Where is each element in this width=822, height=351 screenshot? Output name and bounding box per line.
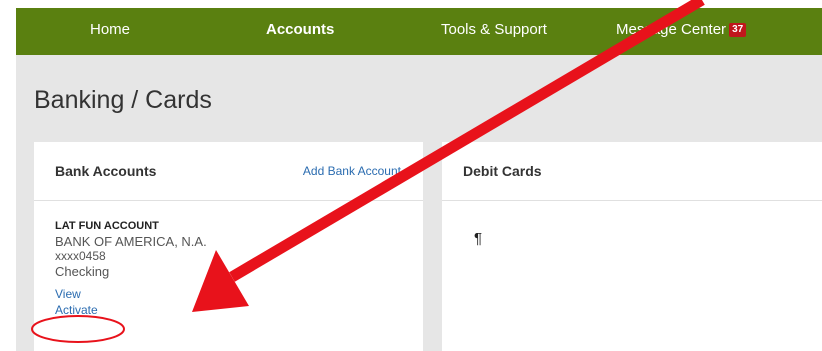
screenshot-stage: Home Accounts Tools & Support Message Ce… — [0, 0, 822, 351]
annotation-overlay — [31, 0, 705, 343]
ellipse-highlight — [31, 315, 125, 343]
arrow-icon — [192, 0, 705, 312]
